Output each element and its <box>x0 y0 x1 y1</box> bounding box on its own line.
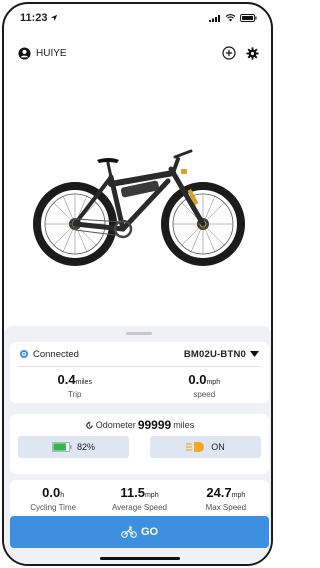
summary-card: 0.0h Cycling Time 11.5mph Average Speed … <box>10 480 269 516</box>
ebike-illustration <box>32 149 245 266</box>
headlight-icon <box>186 442 205 452</box>
odometer-row: Odometer 99999 miles <box>10 414 269 436</box>
average-speed-unit: mph <box>144 492 159 499</box>
odometer-card: Odometer 99999 miles 82% ON <box>10 414 269 474</box>
speed-label: speed <box>193 390 216 399</box>
trip-stat: 0.4miles Trip <box>10 371 140 399</box>
home-indicator[interactable] <box>100 557 180 560</box>
device-name: BM02U-BTN0 <box>183 348 246 360</box>
settings-gear-icon[interactable] <box>246 46 259 60</box>
panel-grabber[interactable] <box>126 332 152 335</box>
trip-label: Trip <box>68 390 82 399</box>
status-time: 11:23 <box>20 12 58 24</box>
user-profile[interactable]: HUIYE <box>18 46 67 60</box>
trip-speed-row: 0.4miles Trip 0.0mph speed <box>10 367 269 403</box>
cycling-time-label: Cycling Time <box>30 503 77 512</box>
trip-unit: miles <box>75 379 92 386</box>
app-header: HUIYE <box>4 40 271 66</box>
average-speed-value: 11.5 <box>120 485 145 500</box>
cycling-time-value: 0.0 <box>42 485 61 500</box>
battery-percent: 82% <box>76 442 95 452</box>
odometer-value: 99999 <box>137 418 172 432</box>
max-speed-unit: mph <box>231 492 246 499</box>
light-state: ON <box>211 442 225 452</box>
status-time-text: 11:23 <box>20 12 48 24</box>
go-button[interactable]: GO <box>10 516 269 548</box>
status-bar: 11:23 <box>4 4 271 32</box>
connection-card: Connected BM02U-BTN0 0.4miles Trip 0.0mp… <box>10 342 269 403</box>
average-speed-stat: 11.5mph Average Speed <box>96 484 182 512</box>
user-avatar-icon <box>18 46 31 60</box>
ebike-image <box>4 74 271 324</box>
headlight <box>180 169 187 174</box>
odometer-unit: miles <box>173 420 195 430</box>
cycling-time-stat: 0.0h Cycling Time <box>10 484 96 512</box>
header-actions <box>222 46 259 60</box>
connection-status: Connected <box>20 349 79 360</box>
speed-stat: 0.0mph speed <box>140 371 270 399</box>
cycling-time-unit: h <box>60 492 65 499</box>
speed-unit: mph <box>206 379 221 386</box>
connection-row: Connected BM02U-BTN0 <box>10 342 269 366</box>
trip-value: 0.4 <box>57 372 76 387</box>
odometer-reset-icon <box>86 421 93 429</box>
username: HUIYE <box>36 47 67 59</box>
battery-level-icon <box>52 442 72 452</box>
dropdown-triangle-icon <box>250 351 259 357</box>
add-device-icon[interactable] <box>222 46 236 60</box>
max-speed-value: 24.7 <box>206 485 232 500</box>
battery-status-icon <box>240 14 257 22</box>
battery-pill: 82% <box>18 436 129 458</box>
light-toggle[interactable]: ON <box>150 436 261 458</box>
location-arrow-icon <box>50 14 57 22</box>
connection-status-text: Connected <box>33 348 79 360</box>
average-speed-label: Average Speed <box>111 503 167 512</box>
signal-icon <box>209 15 220 22</box>
max-speed-label: Max Speed <box>205 503 247 512</box>
status-icons <box>209 14 257 22</box>
device-selector[interactable]: BM02U-BTN0 <box>184 349 259 360</box>
speed-value: 0.0 <box>188 372 207 387</box>
summary-row: 0.0h Cycling Time 11.5mph Average Speed … <box>10 480 269 516</box>
odometer-label: Odometer <box>95 420 136 430</box>
phone-frame: 11:23 HUIYE Connected BM02U-BTN0 0.4mile… <box>2 2 273 566</box>
battery-light-row: 82% ON <box>10 436 269 458</box>
max-speed-stat: 24.7mph Max Speed <box>183 484 269 512</box>
connected-indicator-icon <box>20 350 28 358</box>
cyclist-icon <box>121 526 137 538</box>
go-button-label: GO <box>140 526 159 538</box>
wifi-icon <box>225 14 236 22</box>
